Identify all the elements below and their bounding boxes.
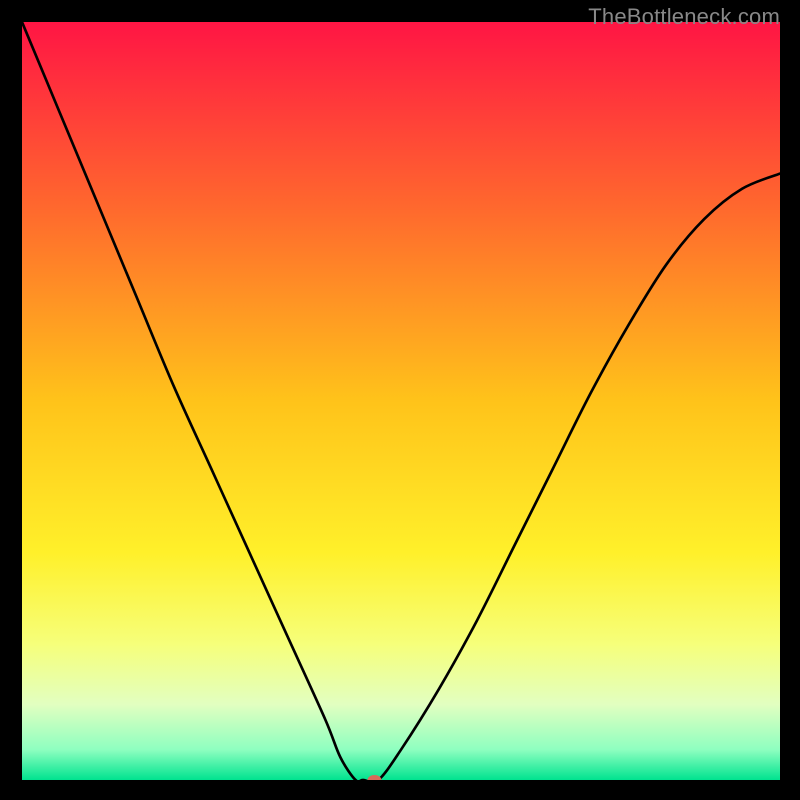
chart-background [22,22,780,780]
watermark-text: TheBottleneck.com [588,4,780,30]
bottleneck-chart [22,22,780,780]
